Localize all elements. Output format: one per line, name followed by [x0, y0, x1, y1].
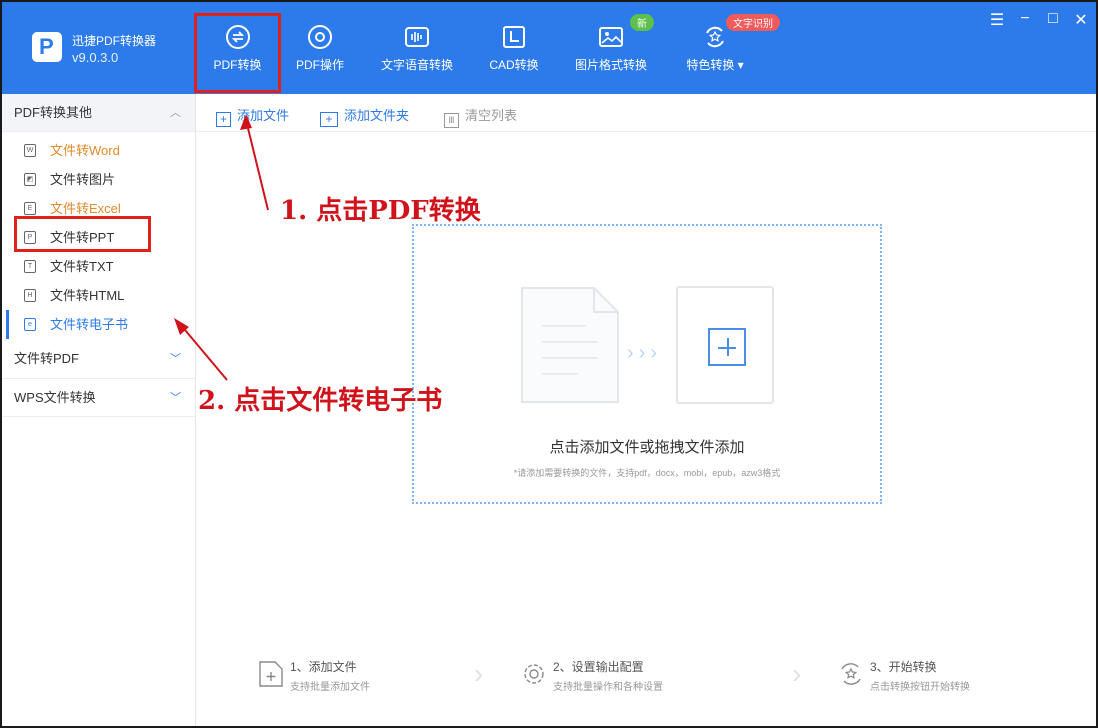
operation-icon: [308, 25, 332, 49]
tab-pdf-operation[interactable]: PDF操作: [287, 16, 353, 82]
sidebar-group-pdf-convert-other[interactable]: PDF转换其他 ︿: [2, 94, 195, 132]
step-title: 1、添加文件: [290, 660, 357, 674]
audio-wave-icon: [405, 27, 429, 47]
add-file-icon: +: [216, 112, 231, 127]
menu-icon[interactable]: ☰: [987, 10, 1007, 30]
sidebar-item-label: 文件转Word: [50, 143, 120, 158]
minimize-button[interactable]: −: [1015, 10, 1035, 28]
clear-list-button[interactable]: Ⅲ 清空列表: [444, 105, 517, 128]
tab-text-speech[interactable]: 文字语音转换: [374, 16, 460, 82]
sidebar: PDF转换其他 ︿ W 文件转Word ◩ 文件转图片 E 文件转Excel P…: [2, 94, 196, 726]
selection-indicator: [6, 310, 9, 339]
drop-zone-title: 点击添加文件或拖拽文件添加: [549, 439, 745, 456]
add-file-button[interactable]: + 添加文件: [216, 105, 289, 127]
sidebar-group-file-to-pdf[interactable]: 文件转PDF ﹀: [2, 339, 195, 379]
document-illustration-icon: [521, 287, 619, 403]
annotation-step2: 2. 点击文件转电子书: [198, 386, 443, 416]
plus-icon: [708, 328, 746, 366]
step-subtitle: 支持批量添加文件: [290, 682, 370, 693]
ebook-file-icon: e: [24, 318, 36, 331]
special-convert-icon: [706, 26, 724, 48]
convert-icon: [225, 25, 250, 49]
sidebar-group-label: WPS文件转换: [14, 390, 96, 405]
step-title: 3、开始转换: [870, 660, 937, 674]
chevron-down-icon: ﹀: [170, 353, 181, 365]
tab-cad-convert[interactable]: CAD转换: [481, 16, 547, 82]
sidebar-item-txt[interactable]: T 文件转TXT: [2, 252, 195, 281]
tab-label: 特色转换 ▾: [686, 58, 744, 72]
sidebar-item-html[interactable]: H 文件转HTML: [2, 281, 195, 310]
highlight-box-ebook: [14, 216, 151, 252]
step-title: 2、设置输出配置: [553, 660, 644, 674]
sidebar-item-label: 文件转HTML: [50, 288, 125, 303]
cad-icon: [503, 26, 525, 48]
txt-file-icon: T: [24, 260, 36, 273]
sidebar-item-label: 文件转TXT: [50, 259, 114, 274]
add-folder-icon: +: [320, 112, 338, 127]
step-subtitle: 支持批量操作和各种设置: [553, 682, 663, 693]
chevron-up-icon: ︿: [170, 107, 181, 119]
sidebar-item-ebook[interactable]: e 文件转电子书: [2, 310, 195, 339]
file-toolbar: + 添加文件 + 添加文件夹 Ⅲ 清空列表: [196, 94, 1096, 132]
tab-label: PDF转换: [213, 58, 262, 72]
app-name: 迅捷PDF转换器: [72, 34, 157, 48]
tab-label: 文字语音转换: [380, 58, 453, 72]
step-subtitle: 点击转换按钮开始转换: [870, 682, 970, 693]
step-separator: ›: [792, 658, 802, 689]
top-navigation-bar: P 迅捷PDF转换器 v9.0.3.0 PDF转换 PDF操作 文字语音转换 C…: [2, 2, 1096, 94]
ocr-badge[interactable]: 文字识别: [726, 14, 780, 31]
excel-file-icon: E: [24, 202, 36, 215]
gear-icon: [524, 664, 544, 684]
sidebar-group-label: PDF转换其他: [14, 105, 93, 120]
word-file-icon: W: [24, 144, 36, 157]
sidebar-item-image[interactable]: ◩ 文件转图片: [2, 165, 195, 194]
add-file-illustration: [676, 286, 774, 404]
sidebar-item-label: 文件转电子书: [50, 317, 129, 332]
sidebar-item-word[interactable]: W 文件转Word: [2, 136, 195, 165]
arrows-icon: ›››: [627, 342, 662, 364]
sidebar-item-label: 文件转图片: [50, 172, 116, 187]
sidebar-group-label: 文件转PDF: [14, 351, 80, 366]
close-button[interactable]: ✕: [1071, 10, 1091, 30]
maximize-button[interactable]: □: [1043, 10, 1063, 28]
chevron-down-icon: ﹀: [170, 392, 181, 404]
add-file-step-icon: [259, 661, 283, 687]
step-separator: ›: [474, 658, 484, 689]
tab-pdf-convert[interactable]: PDF转换: [194, 13, 281, 93]
drop-zone-subtitle: *请添加需要转换的文件，支持pdf，docx，mobi，epub，azw3格式: [513, 468, 781, 478]
tab-label: PDF操作: [295, 58, 344, 72]
html-file-icon: H: [24, 289, 36, 302]
trash-icon: Ⅲ: [444, 113, 459, 128]
start-convert-icon: [841, 663, 861, 685]
tab-label: 图片格式转换: [574, 58, 647, 72]
annotation-step1: 1. 点击PDF转换: [280, 196, 481, 226]
sidebar-group-wps-convert[interactable]: WPS文件转换 ﹀: [2, 379, 195, 417]
app-logo-icon: P: [32, 32, 62, 62]
app-window: P 迅捷PDF转换器 v9.0.3.0 PDF转换 PDF操作 文字语音转换 C…: [0, 0, 1098, 728]
tab-label: CAD转换: [489, 58, 539, 72]
app-version: v9.0.3.0: [72, 50, 119, 65]
add-folder-button[interactable]: + 添加文件夹: [320, 105, 409, 127]
image-file-icon: ◩: [24, 173, 36, 186]
file-drop-zone[interactable]: ››› 点击添加文件或拖拽文件添加 *请添加需要转换的文件，支持pdf，docx…: [412, 224, 882, 504]
sidebar-item-label: 文件转Excel: [50, 201, 121, 216]
image-icon: [599, 27, 623, 47]
new-badge: 新: [630, 14, 654, 31]
